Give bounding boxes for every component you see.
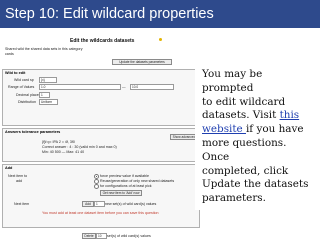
website-link-part-1[interactable]: this [280,109,300,121]
next-item-sublabel: add [16,179,22,183]
answer-line-3: Min: 40 500 — Max: 41 40 [42,150,85,154]
callout-line-4-text: if you have [245,123,304,136]
wildcard-name-label: Wild card sp [14,78,34,82]
option-radio-3[interactable] [94,184,99,189]
wildcard-panel-header: Wild to edit [5,71,26,75]
intro-text-2: cards [5,52,14,56]
callout-line-5: more questions. Once [202,136,287,163]
option-label-2: Reuse/generation of only new shared data… [100,179,175,183]
instruction-callout: You may be prompted to edit wildcard dat… [195,62,317,210]
range-min-value: 1.0 [41,85,46,89]
distribution-select[interactable]: Uniform [39,99,58,105]
callout-line-2: to edit wildcard [202,95,286,108]
callout-line-7: Update the datasets [202,178,309,191]
callout-line-8: parameters. [202,192,266,205]
range-separator: — [122,85,126,89]
slide-title: Step 10: Edit wildcard properties [0,0,320,28]
website-link-part-2[interactable]: website [202,123,246,135]
show-advanced-button[interactable]: Show advanced [170,134,198,140]
add-tail-text: new set(s) of wild card(s) values [105,202,157,206]
delete-tail-text: set(s) of wild card(s) values [107,234,151,238]
answer-line-1: {f}f=p: IPA 2 = 4f, 3f0 [42,140,75,144]
option-label-1: force preview value if available [100,174,149,178]
next-item-label: Next item to [8,174,28,178]
add-panel-header: Add [5,166,13,170]
range-label: Range of Values [8,85,35,89]
must-add-warning: You must add at least one dataset item b… [42,211,159,215]
callout-line-1: You may be prompted [202,68,263,94]
answer-line-2: Correct answer : 4 : 30 (valid min 0 and… [42,145,117,149]
wildcard-name-value: {x} [41,78,45,82]
get-new-item-button[interactable]: Get new item to 'Add' now [100,190,142,196]
distribution-label: Distribution [18,100,36,104]
wildcard-name-field[interactable]: {x} [39,77,57,83]
callout-line-4: website if you have [202,123,313,137]
page-title: Edit the wildcards datasets [70,38,135,44]
range-max-field[interactable]: 10.0 [130,84,174,90]
callout-line-6: completed, click [202,164,289,177]
delete-button[interactable]: Delete [82,233,96,239]
decimal-select[interactable]: 1 [39,92,50,98]
moodle-screenshot: Edit the wildcards datasets Shared wild … [2,34,222,240]
help-icon[interactable] [159,38,162,41]
range-max-value: 10.0 [132,85,139,89]
answers-panel-header: Answers tolerance parameters [5,130,61,134]
add-count-select[interactable]: 1 [94,201,105,207]
intro-text: Shared wild the shared data sets in this… [5,47,83,51]
callout-line-3-text: datasets. Visit [202,109,280,122]
range-min-field[interactable]: 1.0 [39,84,121,90]
update-parameters-button-top[interactable]: Update the datasets parameters [112,59,172,65]
delete-count-select[interactable]: 10 [96,233,107,239]
decimal-label: Decimal places [16,93,41,97]
add-button[interactable]: Add [82,201,94,207]
new-item-label: Next item [14,202,30,206]
callout-line-3: datasets. Visit this [202,109,313,123]
option-label-3: for configurations of at least pick [100,184,152,188]
